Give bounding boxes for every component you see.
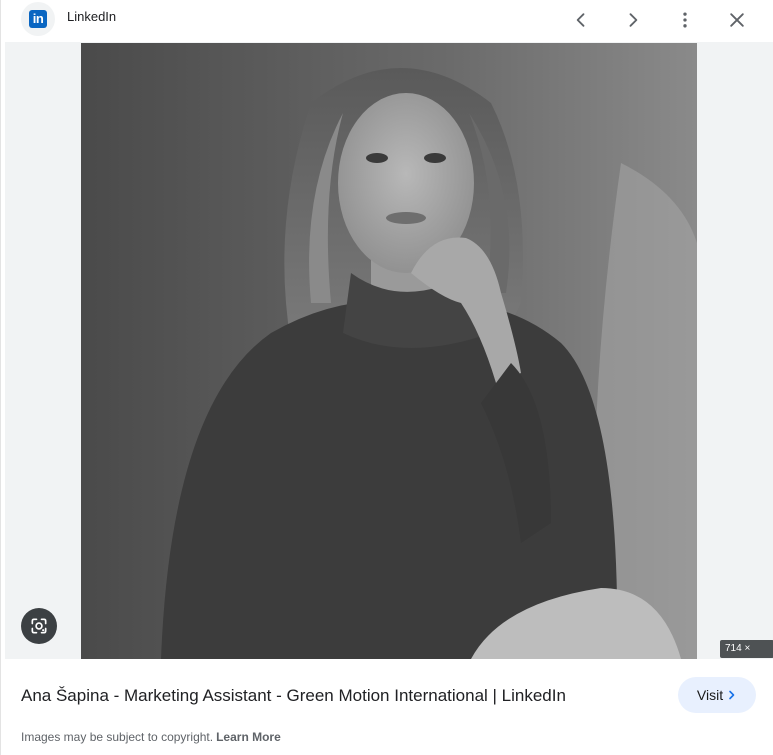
previous-button[interactable] [565, 4, 597, 36]
more-vert-icon [683, 12, 687, 28]
close-button[interactable] [721, 4, 753, 36]
copyright-text: Images may be subject to copyright. [21, 730, 214, 744]
source-logo[interactable]: in [21, 2, 55, 36]
google-lens-icon [31, 618, 47, 634]
portrait-photo [81, 43, 697, 659]
source-name[interactable]: LinkedIn [67, 9, 116, 24]
image-viewer-panel: in LinkedIn 714 × 714 Ana Šapina - Marke… [0, 0, 773, 755]
visit-button[interactable]: Visit [678, 677, 756, 713]
next-button[interactable] [617, 4, 649, 36]
more-options-button[interactable] [669, 4, 701, 36]
chevron-right-icon [729, 690, 735, 700]
viewer-header: in LinkedIn [1, 0, 773, 42]
result-title[interactable]: Ana Šapina - Marketing Assistant - Green… [21, 686, 566, 706]
google-lens-button[interactable] [21, 608, 57, 644]
close-icon [730, 13, 744, 27]
image-stage: 714 × 714 [5, 42, 773, 672]
learn-more-link[interactable]: Learn More [216, 730, 281, 744]
preview-image[interactable] [81, 43, 697, 659]
image-dimensions-badge: 714 × 714 [720, 640, 773, 672]
chevron-left-icon [576, 13, 585, 27]
visit-label: Visit [696, 687, 724, 703]
linkedin-logo-icon: in [29, 10, 47, 28]
copyright-notice: Images may be subject to copyright. Learn… [21, 730, 281, 744]
chevron-right-icon [629, 13, 638, 27]
